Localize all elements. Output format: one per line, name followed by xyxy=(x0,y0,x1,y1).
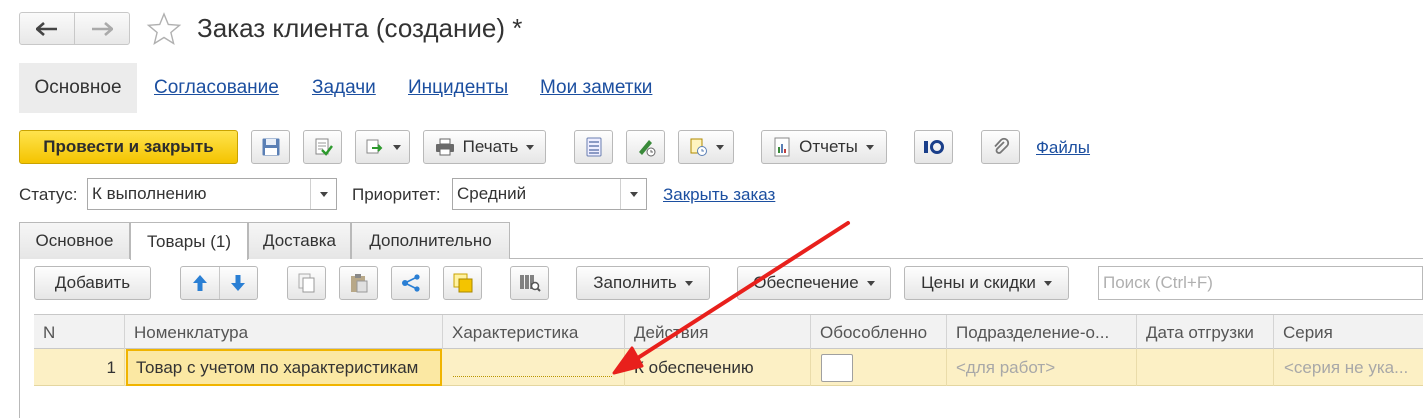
series-cell[interactable]: <серия не ука... xyxy=(1274,349,1423,386)
back-button[interactable] xyxy=(20,13,74,44)
edit-button[interactable] xyxy=(626,130,665,164)
service-button[interactable] xyxy=(914,130,953,164)
inner-tab-delivery[interactable]: Доставка xyxy=(248,222,351,259)
barcode-search-icon xyxy=(519,275,541,292)
post-and-close-button[interactable]: Провести и закрыть xyxy=(19,130,238,164)
tab-approval[interactable]: Согласование xyxy=(154,77,279,99)
move-buttons xyxy=(180,266,258,300)
share-icon xyxy=(401,274,420,292)
col-division[interactable]: Подразделение-о... xyxy=(947,315,1137,350)
prices-discounts-button[interactable]: Цены и скидки xyxy=(904,266,1069,300)
priority-value: Средний xyxy=(457,184,527,203)
document-options-button[interactable] xyxy=(678,130,734,164)
post-document-icon xyxy=(315,138,333,156)
col-ship-date[interactable]: Дата отгрузки xyxy=(1137,315,1274,350)
status-label: Статус: xyxy=(19,185,78,204)
copy-button[interactable] xyxy=(287,266,326,300)
chevron-down-icon[interactable] xyxy=(310,179,336,209)
share-button[interactable] xyxy=(391,266,430,300)
tab-main[interactable]: Основное xyxy=(19,63,137,113)
page-title: Заказ клиента (создание) * xyxy=(197,13,523,43)
col-series[interactable]: Серия xyxy=(1274,315,1423,350)
col-n[interactable]: N xyxy=(34,315,125,350)
arrow-up-icon xyxy=(192,275,207,291)
inner-tab-goods[interactable]: Товары (1) xyxy=(130,222,248,260)
create-based-on-button[interactable] xyxy=(355,130,410,164)
paste-button[interactable] xyxy=(339,266,378,300)
status-select[interactable]: К выполнению xyxy=(87,178,337,210)
characteristic-cell[interactable] xyxy=(443,349,625,386)
save-button[interactable] xyxy=(251,130,290,164)
col-nomenclature[interactable]: Номенклатура xyxy=(125,315,443,350)
report-icon xyxy=(774,137,790,157)
print-button[interactable]: Печать xyxy=(423,130,546,164)
select-all-button[interactable] xyxy=(443,266,482,300)
paperclip-icon xyxy=(993,137,1009,154)
floppy-disk-icon xyxy=(262,138,279,156)
barcode-button[interactable] xyxy=(510,266,549,300)
nav-buttons xyxy=(19,12,130,45)
priority-select[interactable]: Средний xyxy=(452,178,647,210)
characteristic-empty-field[interactable] xyxy=(453,376,612,377)
paste-icon xyxy=(350,274,367,293)
add-button[interactable]: Добавить xyxy=(34,266,151,300)
create-based-on-icon xyxy=(366,139,382,154)
list-icon xyxy=(586,137,601,157)
prices-label: Цены и скидки xyxy=(921,273,1036,292)
reports-label: Отчеты xyxy=(799,137,858,156)
post-button[interactable] xyxy=(303,130,342,164)
row-number: 1 xyxy=(34,349,125,386)
inner-tab-additional[interactable]: Дополнительно xyxy=(351,222,510,259)
arrow-left-icon xyxy=(36,21,57,36)
copy-icon xyxy=(298,273,314,293)
print-label: Печать xyxy=(462,137,519,156)
forward-button[interactable] xyxy=(74,13,129,44)
document-clock-icon xyxy=(690,138,707,156)
close-order-link[interactable]: Закрыть заказ xyxy=(663,185,775,205)
nomenclature-cell[interactable]: Товар с учетом по характеристикам xyxy=(126,349,442,386)
structure-button[interactable] xyxy=(574,130,613,164)
division-cell[interactable]: <для работ> xyxy=(947,349,1137,386)
files-link[interactable]: Файлы xyxy=(1036,138,1090,158)
status-value: К выполнению xyxy=(92,184,207,203)
annotation-arrow xyxy=(612,221,850,375)
move-up-button[interactable] xyxy=(181,267,219,299)
ship-date-cell[interactable] xyxy=(1137,349,1274,386)
star-icon[interactable] xyxy=(146,11,182,47)
tab-tasks[interactable]: Задачи xyxy=(312,77,376,99)
tab-my-notes[interactable]: Мои заметки xyxy=(540,77,652,99)
tab-incidents[interactable]: Инциденты xyxy=(408,77,508,99)
select-all-icon xyxy=(453,273,472,293)
arrow-right-icon xyxy=(92,21,113,36)
printer-icon xyxy=(435,138,454,156)
search-input[interactable]: Поиск (Ctrl+F) xyxy=(1098,266,1423,300)
col-characteristic[interactable]: Характеристика xyxy=(443,315,625,350)
attach-button[interactable] xyxy=(981,130,1020,164)
io-logo-icon xyxy=(923,140,944,154)
arrow-down-icon xyxy=(231,275,246,291)
pencil-clock-icon xyxy=(638,140,655,157)
priority-label: Приоритет: xyxy=(352,185,441,204)
reports-button[interactable]: Отчеты xyxy=(761,130,887,164)
inner-tab-main[interactable]: Основное xyxy=(19,222,130,259)
move-down-button[interactable] xyxy=(218,267,258,299)
chevron-down-icon[interactable] xyxy=(620,179,646,209)
